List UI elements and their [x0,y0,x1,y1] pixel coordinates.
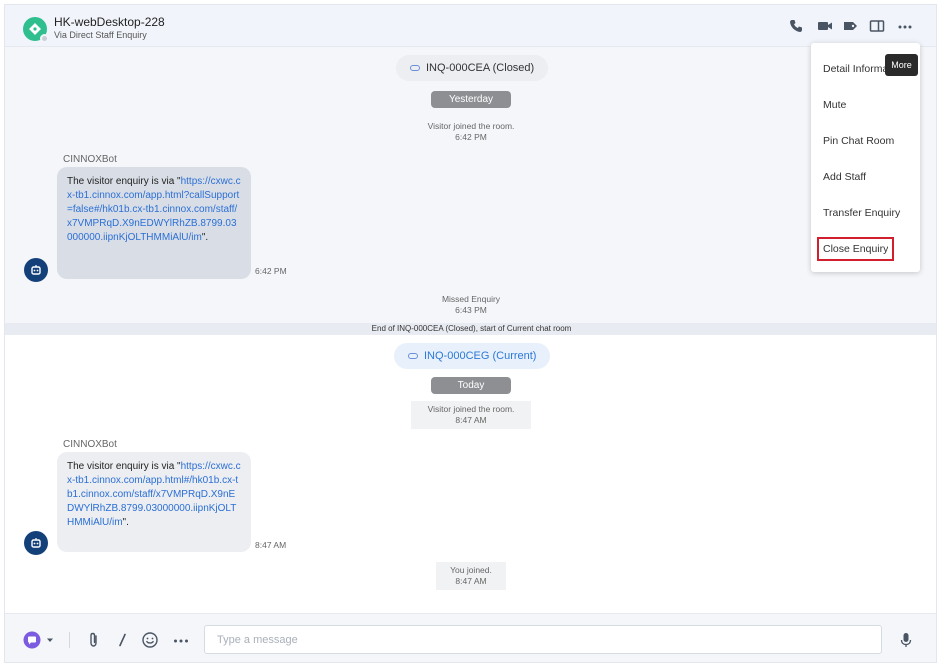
message-text-end: ". [201,232,209,243]
mic-icon[interactable] [897,631,915,649]
note-time: 6:43 PM [455,305,487,315]
bot-avatar [24,531,48,555]
menu-item-transfer-enquiry[interactable]: Transfer Enquiry [823,207,913,219]
menu-item-pin-chat-room[interactable]: Pin Chat Room [823,135,913,147]
composer-more-icon[interactable] [172,631,190,649]
video-icon[interactable] [817,19,835,35]
message-bubble: The visitor enquiry is via "https://cxwc… [57,167,251,279]
date-separator: Yesterday [431,91,511,108]
message-input[interactable] [204,625,882,654]
message-time: 8:47 AM [255,540,287,550]
room-avatar[interactable] [23,17,49,43]
sender-name: CINNOXBot [63,154,117,165]
presence-dot [40,34,49,43]
message-text: The visitor enquiry is via " [67,461,181,472]
panel-icon[interactable] [869,19,887,35]
more-menu: Detail Information Mute Pin Chat Room Ad… [811,43,920,272]
inquiry-pill-current[interactable]: INQ-000CEG (Current) [394,343,551,369]
more-tooltip: More [885,54,918,76]
note-time: 8:47 AM [455,576,487,586]
room-subtitle: Via Direct Staff Enquiry [54,30,147,40]
system-note: Visitor joined the room. 6:42 PM [411,121,531,143]
ticket-icon [29,23,41,35]
phone-icon[interactable] [789,19,807,35]
sender-name: CINNOXBot [63,439,117,450]
link-icon [410,65,420,71]
current-section: INQ-000CEG (Current) Today Visitor joine… [5,335,936,613]
menu-item-add-staff[interactable]: Add Staff [823,171,913,183]
chat-type-icon[interactable] [23,631,53,649]
room-title: HK-webDesktop-228 [54,15,165,29]
note-text: Missed Enquiry [441,294,501,304]
inquiry-label: INQ-000CEA (Closed) [426,62,535,74]
tag-icon[interactable] [843,19,861,35]
note-time: 8:47 AM [455,415,487,425]
attach-icon[interactable] [85,631,103,649]
inquiry-pill-closed[interactable]: INQ-000CEA (Closed) [396,55,549,81]
note-text: Visitor joined the room. [427,404,515,414]
bot-icon [31,265,41,275]
system-note-you-joined: You joined. 8:47 AM [436,562,506,590]
menu-item-close-enquiry[interactable]: Close Enquiry [816,237,895,261]
link-icon [408,353,418,359]
note-text: Visitor joined the room. [427,121,515,131]
menu-item-mute[interactable]: Mute [823,99,913,111]
composer [5,613,936,662]
message-text-end: ". [122,517,129,528]
note-time: 6:42 PM [455,132,487,142]
chat-window: HK-webDesktop-228 Via Direct Staff Enqui… [4,4,937,663]
date-separator: Today [431,377,511,394]
history-section: INQ-000CEA (Closed) Yesterday Visitor jo… [5,47,936,323]
room-divider: End of INQ-000CEA (Closed), start of Cur… [5,323,936,335]
message-text: The visitor enquiry is via " [67,176,181,187]
chat-header: HK-webDesktop-228 Via Direct Staff Enqui… [5,5,936,47]
message-bubble: The visitor enquiry is via "https://cxwc… [57,452,251,552]
slash-icon[interactable] [114,631,132,649]
note-text: You joined. [450,565,492,575]
system-note: Visitor joined the room. 8:47 AM [411,401,531,429]
message-time: 6:42 PM [255,266,287,276]
composer-separator [69,632,70,648]
emoji-icon[interactable] [141,631,159,649]
inquiry-label: INQ-000CEG (Current) [424,350,537,362]
more-icon[interactable] [897,19,915,35]
system-note-missed: Missed Enquiry 6:43 PM [411,294,531,316]
bot-avatar [24,258,48,282]
bot-icon [31,538,41,548]
